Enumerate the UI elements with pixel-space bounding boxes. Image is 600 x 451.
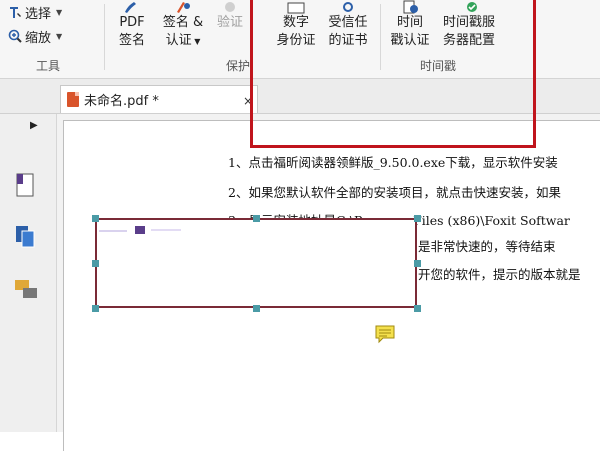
select-tool-button[interactable]: 选择 ▼ xyxy=(8,3,63,22)
signature-preview xyxy=(99,224,189,239)
document-tab-title: 未命名.pdf * xyxy=(84,94,159,109)
pdf-file-icon xyxy=(67,92,79,107)
pen-sign-icon xyxy=(125,2,136,13)
timestamp-group-label: 时间戳 xyxy=(420,59,457,73)
document-tab-bar: 未命名.pdf * × xyxy=(0,79,600,114)
timestamp-verify-label-2: 戳认证 xyxy=(390,33,430,48)
trusted-certificates-button[interactable]: 受信任 的证书 xyxy=(322,0,374,50)
signature-glyph-icon xyxy=(99,226,181,234)
sign-certify-label-1: 签名 & xyxy=(162,15,204,30)
id-card-icon xyxy=(287,2,305,14)
navigation-sidebar: ▶ xyxy=(0,114,57,432)
signature-selection-box[interactable] xyxy=(95,218,417,308)
divider xyxy=(380,4,381,70)
zoom-label: 缩放 xyxy=(25,30,52,46)
comments-panel-icon[interactable] xyxy=(14,278,38,302)
document-line-2: 2、如果您默认软件全部的安装项目，就点击快速安装，如果 xyxy=(228,185,561,200)
trusted-certificates-label-1: 受信任 xyxy=(328,15,368,30)
sign-certify-button[interactable]: 签名 & 认证 ▼ xyxy=(158,0,208,51)
timestamp-server-config-button[interactable]: 时间戳服 务器配置 xyxy=(438,0,500,50)
close-tab-icon[interactable]: × xyxy=(243,94,253,108)
zoom-tool-button[interactable]: 缩放 ▼ xyxy=(8,27,63,46)
trusted-certificates-label-2: 的证书 xyxy=(328,33,368,48)
resize-handle-top-right[interactable] xyxy=(414,215,421,222)
digital-id-label-2: 身份证 xyxy=(276,33,316,48)
resize-handle-bottom[interactable] xyxy=(253,305,260,312)
pdf-sign-label-2: 签名 xyxy=(118,33,145,48)
expand-panel-arrow-icon[interactable]: ▶ xyxy=(30,120,38,131)
digital-id-button[interactable]: 数字 身份证 xyxy=(272,0,320,50)
chevron-down-icon: ▼ xyxy=(56,7,63,17)
text-cursor-icon xyxy=(10,7,21,18)
document-line-1: 1、点击福昕阅读器领鲜版_9.50.0.exe下载，显示软件安装 xyxy=(228,155,558,170)
verify-label: 验证 xyxy=(216,15,243,30)
bookmark-page-icon[interactable] xyxy=(14,172,36,198)
document-line-5: 开您的软件，提示的版本就是 xyxy=(418,267,581,282)
tools-group-label: 工具 xyxy=(36,59,61,73)
ribbon-toolbar: 选择 ▼ 缩放 ▼ 工具 PDF 签名 签名 & 认证 ▼ 验证 保护 数字 身… xyxy=(0,0,600,79)
timestamp-server-label-2: 务器配置 xyxy=(442,33,495,48)
resize-handle-left[interactable] xyxy=(92,260,99,267)
sign-certify-label-2: 认证 ▼ xyxy=(165,33,201,48)
select-label: 选择 xyxy=(25,6,52,22)
divider xyxy=(104,4,105,70)
verify-button[interactable]: 验证 xyxy=(212,0,248,32)
resize-handle-right[interactable] xyxy=(414,260,421,267)
resize-handle-top-left[interactable] xyxy=(92,215,99,222)
pdf-sign-button[interactable]: PDF 签名 xyxy=(108,0,156,50)
pages-thumbnail-icon[interactable] xyxy=(14,224,36,250)
chevron-down-icon: ▼ xyxy=(56,31,63,41)
resize-handle-bottom-right[interactable] xyxy=(414,305,421,312)
timestamp-server-label-1: 时间戳服 xyxy=(442,15,495,30)
resize-handle-top[interactable] xyxy=(253,215,260,222)
timestamp-doc-icon xyxy=(403,0,418,14)
certify-icon xyxy=(177,2,190,13)
comment-note-icon[interactable] xyxy=(375,324,395,344)
server-check-icon xyxy=(467,2,477,12)
resize-handle-bottom-left[interactable] xyxy=(92,305,99,312)
timestamp-verify-button[interactable]: 时间 戳认证 xyxy=(386,0,434,50)
document-tab[interactable]: 未命名.pdf * × xyxy=(60,85,258,113)
zoom-icon xyxy=(8,29,22,43)
pdf-sign-label-1: PDF xyxy=(119,15,145,30)
digital-id-label-1: 数字 xyxy=(282,15,309,30)
document-line-4: 是非常快速的，等待结束 xyxy=(418,239,556,254)
gear-icon xyxy=(343,2,353,12)
timestamp-verify-label-1: 时间 xyxy=(396,15,423,30)
protect-group-label: 保护 xyxy=(226,59,251,73)
verify-icon xyxy=(225,2,235,12)
